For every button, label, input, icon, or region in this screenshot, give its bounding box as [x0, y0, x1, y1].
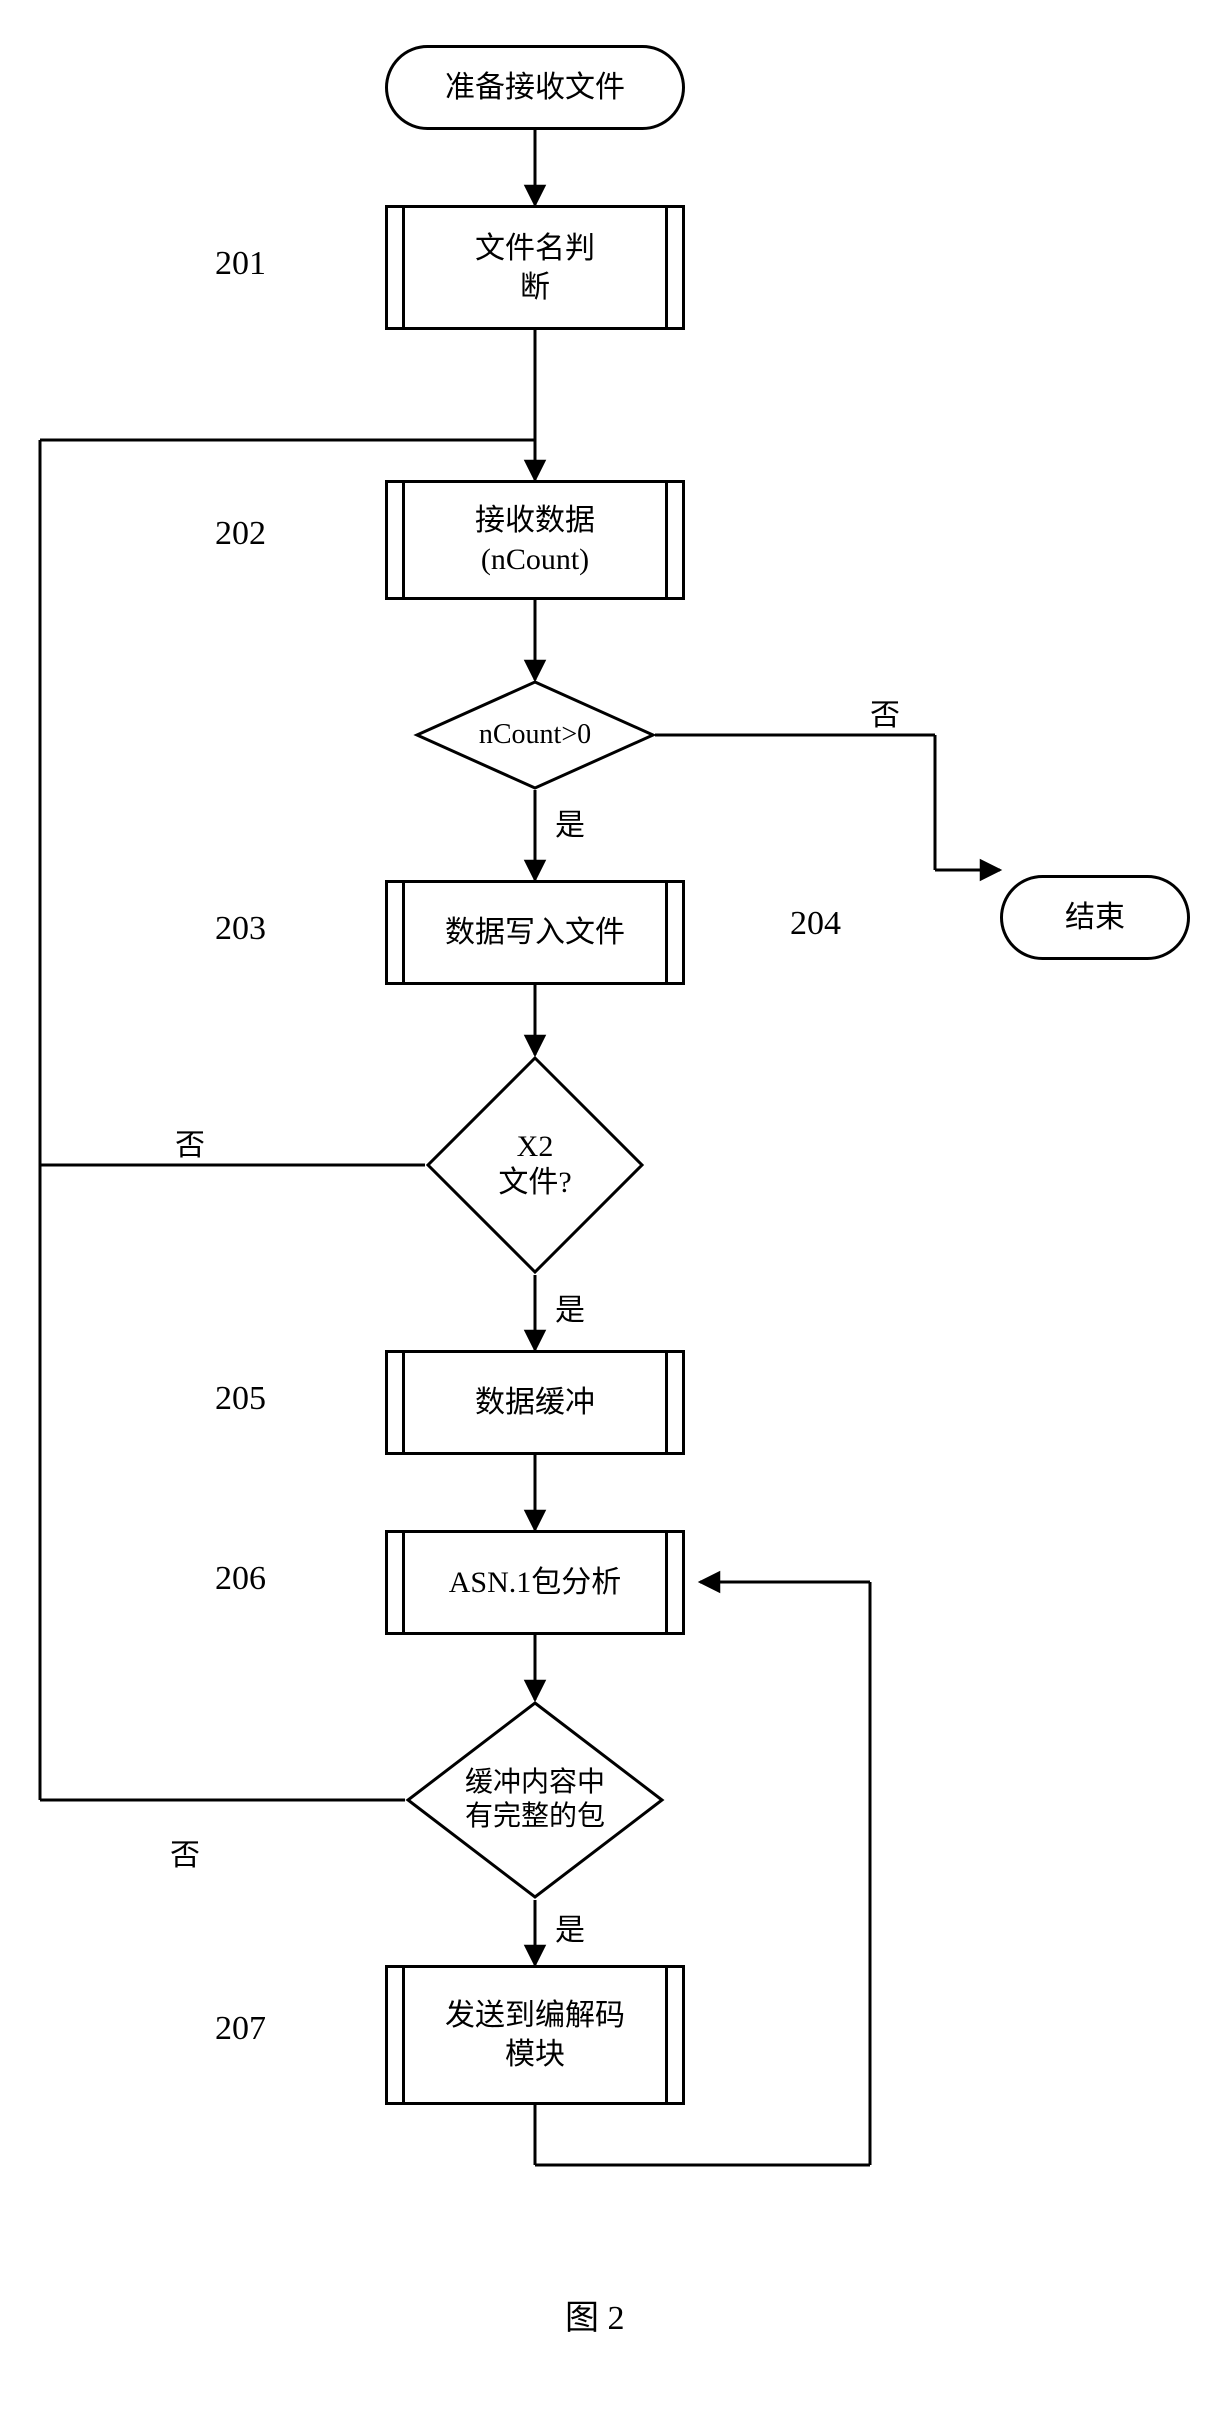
process-203-label: 数据写入文件: [445, 913, 625, 952]
process-202-label: 接收数据 (nCount): [475, 501, 595, 579]
edge-label-no-2: 否: [175, 1120, 205, 1164]
flowchart-canvas: 准备接收文件 201 文件名判 断 202 接收数据 (nCount) nCou…: [0, 0, 1214, 2409]
terminator-end-label: 结束: [1065, 898, 1125, 937]
process-206-label: ASN.1包分析: [449, 1563, 622, 1602]
terminator-end: 结束: [1000, 875, 1190, 960]
decision-x2: X2 文件?: [425, 1055, 645, 1275]
process-203: 数据写入文件: [385, 880, 685, 985]
edge-label-yes-3: 是: [555, 1905, 585, 1949]
decision-ncount-label: nCount>0: [479, 718, 591, 752]
terminator-start-label: 准备接收文件: [445, 68, 625, 107]
process-201: 文件名判 断: [385, 205, 685, 330]
step-number-207: 207: [215, 2010, 266, 2048]
decision-packet: 缓冲内容中 有完整的包: [405, 1700, 665, 1900]
process-202: 接收数据 (nCount): [385, 480, 685, 600]
process-205: 数据缓冲: [385, 1350, 685, 1455]
edge-label-yes-2: 是: [555, 1285, 585, 1329]
decision-packet-label: 缓冲内容中 有完整的包: [465, 1766, 605, 1833]
process-201-label: 文件名判 断: [475, 229, 595, 307]
terminator-start: 准备接收文件: [385, 45, 685, 130]
step-number-204: 204: [790, 905, 841, 943]
step-number-205: 205: [215, 1380, 266, 1418]
edge-label-yes-1: 是: [555, 800, 585, 844]
step-number-206: 206: [215, 1560, 266, 1598]
edge-label-no-3: 否: [170, 1830, 200, 1874]
decision-ncount: nCount>0: [415, 680, 655, 790]
figure-caption: 图 2: [565, 2290, 625, 2339]
process-206: ASN.1包分析: [385, 1530, 685, 1635]
process-207-label: 发送到编解码 模块: [445, 1996, 625, 2074]
decision-x2-label: X2 文件?: [498, 1129, 571, 1201]
process-207: 发送到编解码 模块: [385, 1965, 685, 2105]
step-number-201: 201: [215, 245, 266, 283]
step-number-203: 203: [215, 910, 266, 948]
edge-label-no-1: 否: [870, 690, 900, 734]
process-205-label: 数据缓冲: [475, 1383, 595, 1422]
step-number-202: 202: [215, 515, 266, 553]
